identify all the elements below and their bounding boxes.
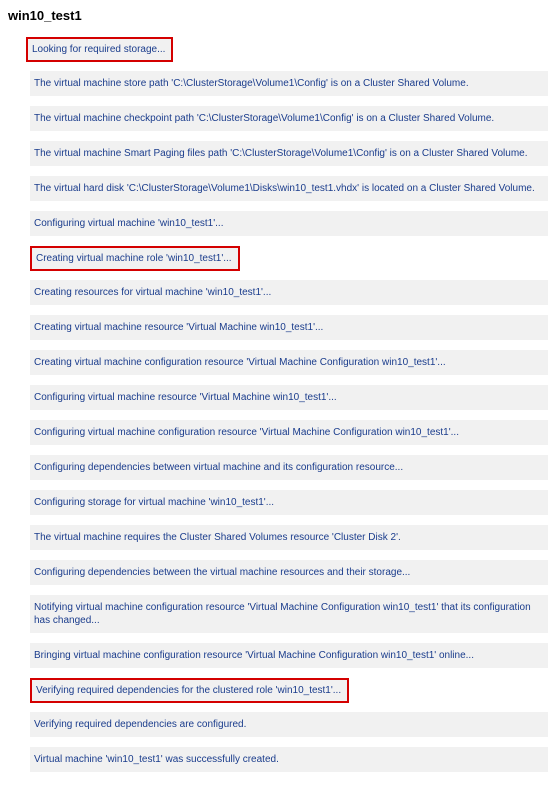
log-row: Bringing virtual machine configuration r…: [30, 643, 548, 668]
log-row: Configuring virtual machine configuratio…: [30, 420, 548, 445]
log-row: Configuring dependencies between the vir…: [30, 560, 548, 585]
log-row: The virtual machine requires the Cluster…: [30, 525, 548, 550]
log-row: The virtual hard disk 'C:\ClusterStorage…: [30, 176, 548, 201]
log-row: Creating resources for virtual machine '…: [30, 280, 548, 305]
page-title: win10_test1: [4, 8, 548, 23]
log-row: Virtual machine 'win10_test1' was succes…: [30, 747, 548, 772]
log-row: Notifying virtual machine configuration …: [30, 595, 548, 633]
log-row: Verifying required dependencies are conf…: [30, 712, 548, 737]
log-row: The virtual machine Smart Paging files p…: [30, 141, 548, 166]
log-row: Creating virtual machine resource 'Virtu…: [30, 315, 548, 340]
log-list: Looking for required storage... The virtu…: [4, 37, 548, 772]
log-row: Configuring virtual machine resource 'Vi…: [30, 385, 548, 410]
log-row: Creating virtual machine configuration r…: [30, 350, 548, 375]
log-row: Verifying required dependencies for the …: [30, 678, 349, 703]
log-row: Configuring virtual machine 'win10_test1…: [30, 211, 548, 236]
log-row: The virtual machine store path 'C:\Clust…: [30, 71, 548, 96]
log-row: Configuring storage for virtual machine …: [30, 490, 548, 515]
log-row: Looking for required storage...: [26, 37, 173, 62]
log-row: Creating virtual machine role 'win10_tes…: [30, 246, 240, 271]
log-row: The virtual machine checkpoint path 'C:\…: [30, 106, 548, 131]
log-row: Configuring dependencies between virtual…: [30, 455, 548, 480]
